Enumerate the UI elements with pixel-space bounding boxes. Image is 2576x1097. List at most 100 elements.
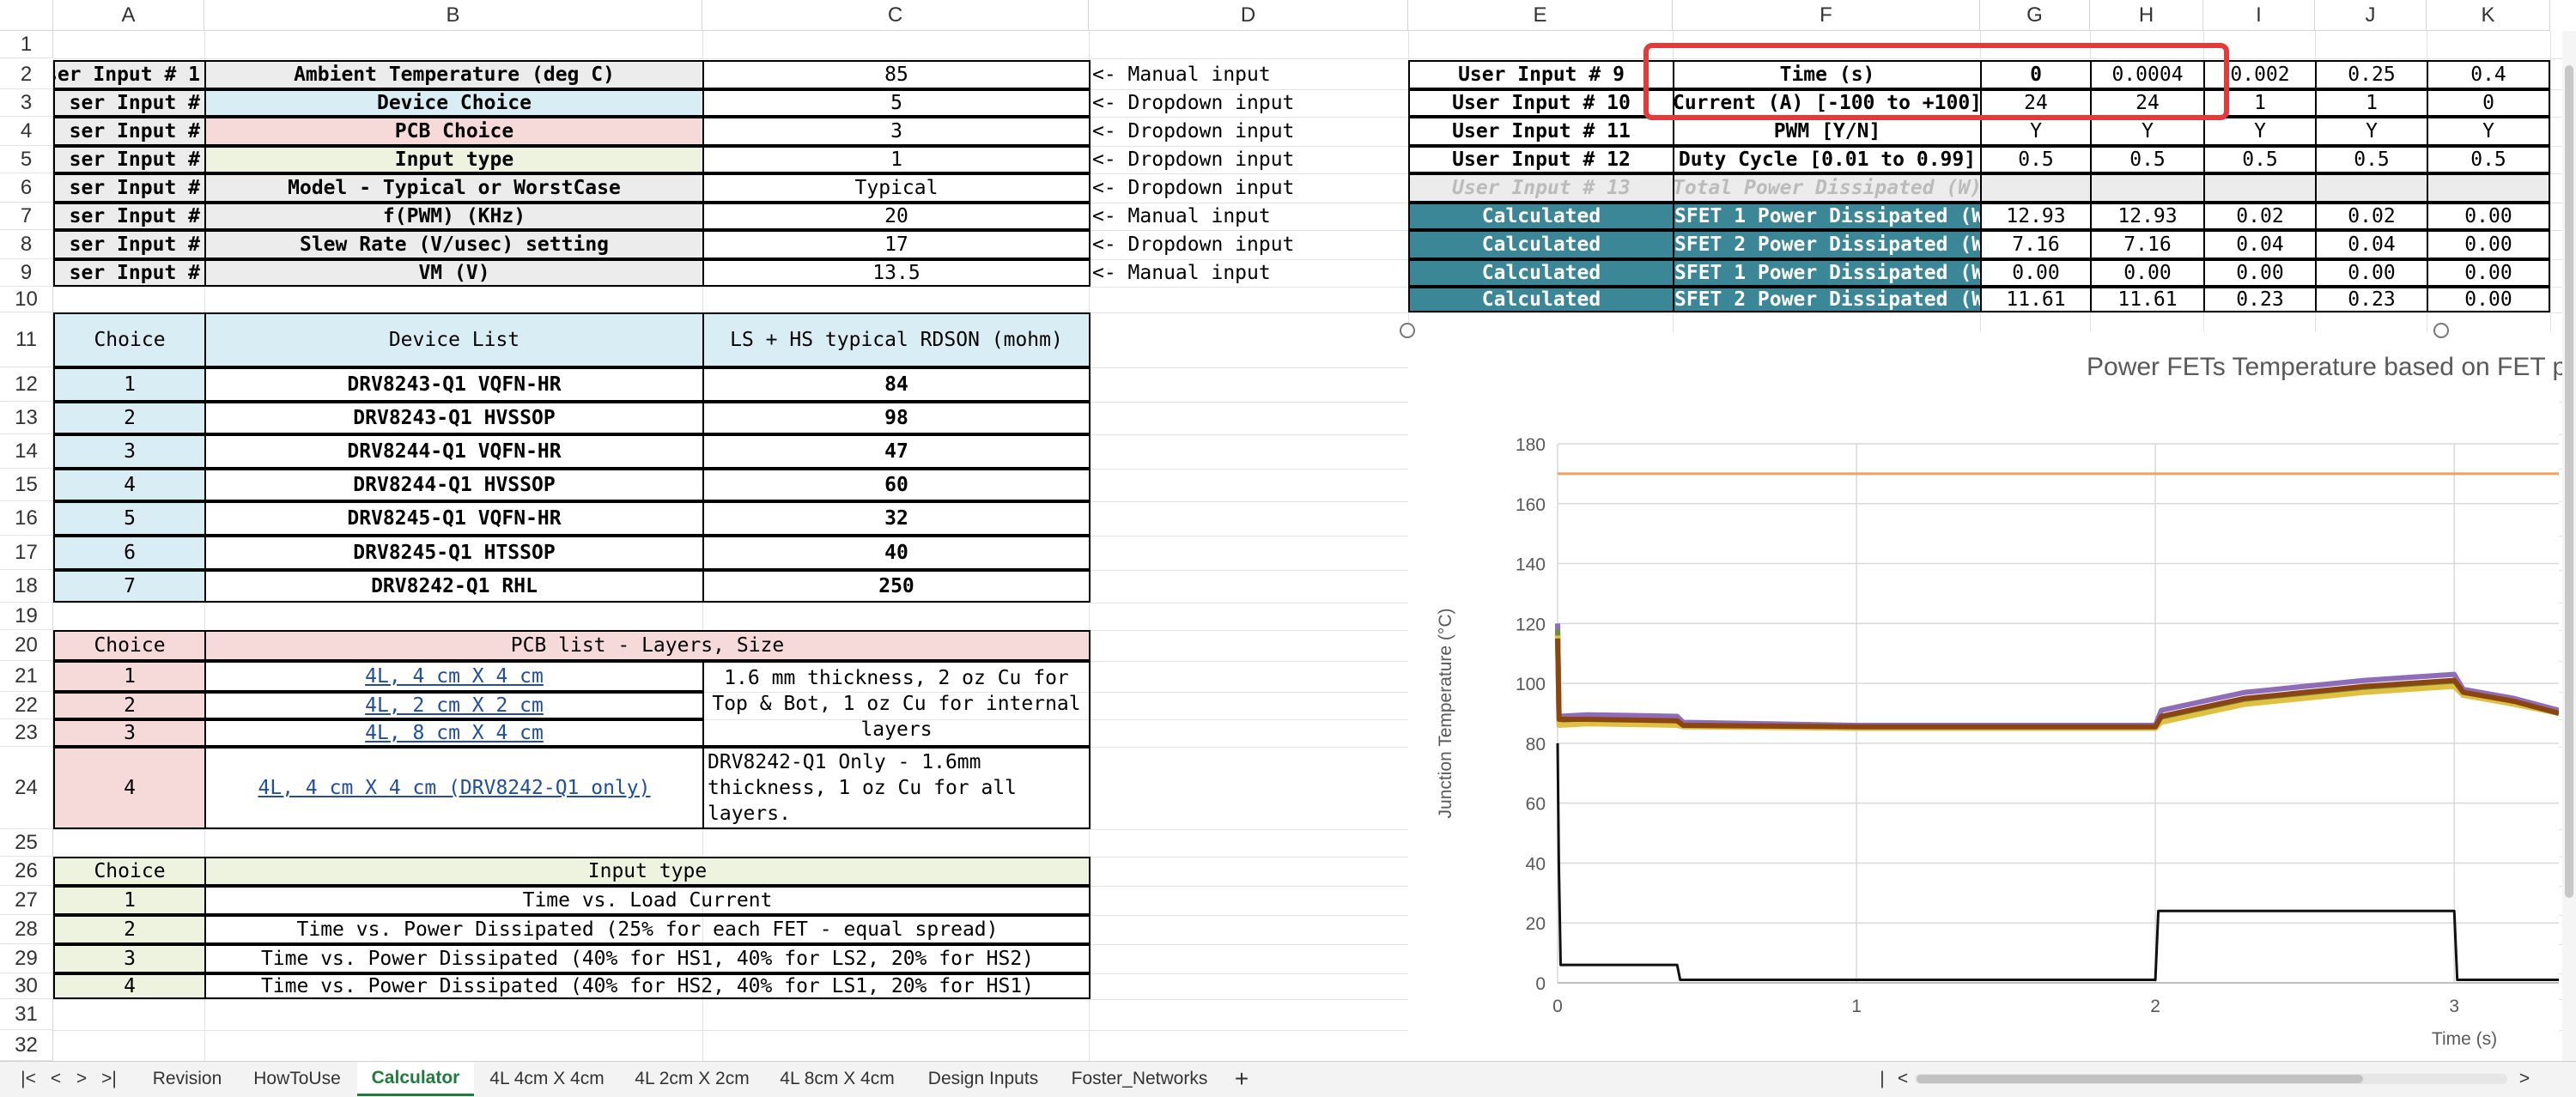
row-header[interactable]: 16 [0, 501, 53, 536]
user-input-value[interactable]: 5 [702, 89, 1091, 117]
sheet-tab[interactable]: Revision [137, 1062, 237, 1096]
user-input-value[interactable]: 85 [702, 60, 1091, 89]
sheet-tab[interactable]: Calculator [357, 1062, 474, 1096]
h-scroll-left-icon[interactable]: < [1894, 1062, 1911, 1096]
sheet-tab[interactable]: HowToUse [237, 1062, 357, 1096]
sheet-tab[interactable]: 4L 8cm X 4cm [764, 1062, 910, 1096]
first-sheet-icon[interactable]: |< [15, 1062, 41, 1096]
row-header[interactable]: 11 [0, 312, 53, 367]
pcb-link[interactable]: 4L, 4 cm X 4 cm [204, 661, 704, 692]
sheet-tab[interactable]: Foster_Networks [1056, 1062, 1223, 1096]
sheet-tab[interactable]: 4L 4cm X 4cm [474, 1062, 620, 1096]
pcb-link[interactable]: 4L, 2 cm X 2 cm [204, 692, 704, 719]
row-header[interactable]: 28 [0, 915, 53, 944]
row-header[interactable]: 22 [0, 692, 53, 719]
column-header[interactable]: J [2315, 0, 2427, 31]
row-header[interactable]: 5 [0, 146, 53, 173]
tab-scroll-left-icon[interactable]: | [1874, 1062, 1891, 1096]
column-header[interactable]: C [702, 0, 1089, 31]
right-input-value[interactable]: 1 [2315, 89, 2428, 117]
pcb-link-text[interactable]: 4L, 4 cm X 4 cm [365, 665, 544, 688]
h-scroll-right-icon[interactable]: > [2514, 1062, 2535, 1096]
user-input-value[interactable]: 1 [702, 146, 1091, 173]
row-header[interactable]: 8 [0, 230, 53, 259]
right-input-value[interactable]: 0.5 [2203, 146, 2317, 173]
user-input-value[interactable]: 17 [702, 230, 1091, 259]
pcb-link[interactable]: 4L, 8 cm X 4 cm [204, 719, 704, 747]
right-input-value[interactable]: 0.5 [2090, 146, 2205, 173]
horizontal-scroll-thumb[interactable] [1917, 1075, 2363, 1083]
row-header[interactable]: 29 [0, 944, 53, 973]
row-header[interactable]: 26 [0, 857, 53, 886]
row-header[interactable]: 3 [0, 89, 53, 117]
row-header[interactable]: 12 [0, 367, 53, 402]
row-header[interactable]: 30 [0, 973, 53, 999]
column-header[interactable]: G [1980, 0, 2090, 31]
right-input-value[interactable]: 0.5 [1980, 146, 2092, 173]
user-input-value[interactable]: 13.5 [702, 259, 1091, 287]
last-sheet-icon[interactable]: >| [96, 1062, 122, 1096]
right-input-value: 11.61 [2090, 287, 2205, 312]
sheet-tab[interactable]: Design Inputs [910, 1062, 1056, 1096]
horizontal-scrollbar[interactable] [1915, 1074, 2507, 1084]
row-header[interactable]: 20 [0, 630, 53, 661]
vertical-scrollbar[interactable] [2562, 31, 2576, 1061]
column-header[interactable]: B [204, 0, 702, 31]
series-line-1 [1555, 623, 2559, 728]
column-header[interactable]: F [1673, 0, 1980, 31]
right-input-value[interactable]: 0.5 [2427, 146, 2550, 173]
row-header[interactable]: 23 [0, 719, 53, 747]
chart-area[interactable]: Power FETs Temperature based on FET p 02… [1408, 332, 2567, 1062]
right-input-value[interactable]: 0.4 [2427, 60, 2550, 89]
row-header[interactable]: 4 [0, 117, 53, 146]
pcb-link-text[interactable]: 4L, 2 cm X 2 cm [365, 694, 544, 717]
row-header[interactable]: 7 [0, 203, 53, 230]
right-input-value[interactable]: Y [1980, 117, 2092, 146]
right-input-value[interactable]: Y [2427, 117, 2550, 146]
row-header[interactable]: 9 [0, 259, 53, 287]
vertical-scroll-thumb[interactable] [2565, 65, 2573, 898]
column-header[interactable]: E [1408, 0, 1673, 31]
prev-sheet-icon[interactable]: < [45, 1062, 67, 1096]
row-header[interactable]: 21 [0, 661, 53, 692]
user-input-value[interactable]: 3 [702, 117, 1091, 146]
row-header[interactable]: 27 [0, 886, 53, 915]
column-header[interactable]: H [2090, 0, 2203, 31]
right-input-value[interactable]: 0 [2427, 89, 2550, 117]
column-header[interactable]: A [53, 0, 204, 31]
row-header[interactable]: 2 [0, 60, 53, 89]
row-header[interactable]: 6 [0, 173, 53, 203]
row-header[interactable]: 10 [0, 287, 53, 312]
column-header[interactable]: K [2427, 0, 2550, 31]
select-all-corner[interactable] [0, 0, 53, 31]
right-input-value[interactable]: Y [2090, 117, 2205, 146]
right-input-value[interactable]: Y [2203, 117, 2317, 146]
row-header[interactable]: 13 [0, 402, 53, 434]
row-header[interactable]: 14 [0, 434, 53, 469]
row-header[interactable]: 32 [0, 1030, 53, 1061]
column-header[interactable]: D [1089, 0, 1408, 31]
user-input-value[interactable]: 20 [702, 203, 1091, 230]
right-input-value[interactable]: 0.5 [2315, 146, 2428, 173]
row-header[interactable]: 19 [0, 603, 53, 630]
pcb-link[interactable]: 4L, 4 cm X 4 cm (DRV8242-Q1 only) [204, 747, 704, 829]
add-sheet-button[interactable]: + [1226, 1062, 1257, 1096]
row-header[interactable]: 17 [0, 536, 53, 570]
user-input-value[interactable]: Typical [702, 173, 1091, 203]
row-header[interactable]: 18 [0, 570, 53, 603]
chart-handle-left[interactable] [1400, 323, 1415, 338]
row-header[interactable]: 25 [0, 829, 53, 857]
pcb-link-text[interactable]: 4L, 8 cm X 4 cm [365, 722, 544, 744]
row-header[interactable]: 31 [0, 999, 53, 1030]
right-input-value: 0.04 [2315, 230, 2428, 259]
row-header[interactable]: 15 [0, 469, 53, 501]
chart-handle-right[interactable] [2433, 323, 2449, 338]
right-input-value[interactable]: Y [2315, 117, 2428, 146]
right-input-value[interactable]: 0.25 [2315, 60, 2428, 89]
sheet-tab[interactable]: 4L 2cm X 2cm [620, 1062, 764, 1096]
pcb-link-text[interactable]: 4L, 4 cm X 4 cm (DRV8242-Q1 only) [258, 777, 651, 799]
row-header[interactable]: 1 [0, 31, 53, 58]
row-header[interactable]: 24 [0, 747, 53, 829]
column-header[interactable]: I [2203, 0, 2315, 31]
next-sheet-icon[interactable]: > [70, 1062, 93, 1096]
